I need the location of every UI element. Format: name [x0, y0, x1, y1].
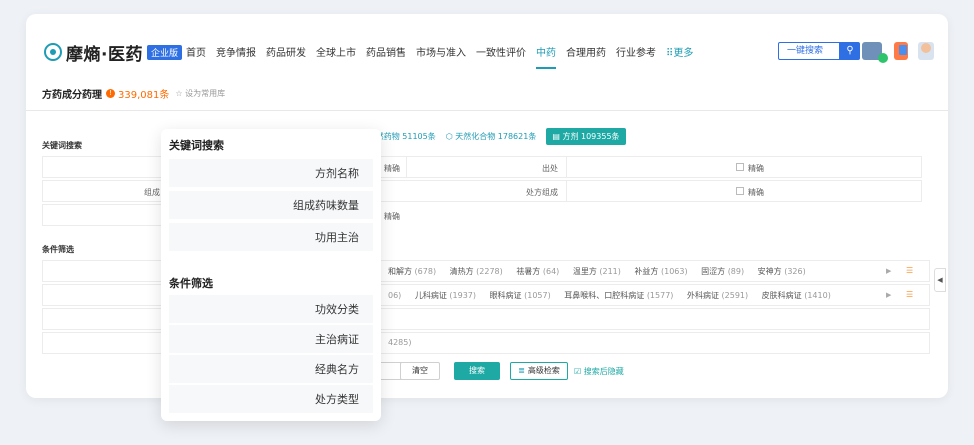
tag-indication[interactable]: 儿科病证 (1937): [415, 291, 476, 300]
precise-label-3: 精确: [748, 188, 764, 197]
search-icon[interactable]: ⚲: [840, 42, 860, 60]
tag-indication[interactable]: 皮肤科病证 (1410): [762, 291, 831, 300]
menu-item-home[interactable]: 首页: [186, 44, 206, 59]
logo-icon: [44, 43, 62, 61]
quick-search-button[interactable]: 一键搜索: [778, 42, 840, 60]
tag-efficacy[interactable]: 安神方 (326): [758, 267, 806, 276]
precise-label-1: 精确: [384, 164, 400, 173]
menu-item-tcm[interactable]: 中药: [536, 44, 556, 69]
popup-item-type[interactable]: 处方类型: [169, 385, 373, 414]
avatar-face-icon: [921, 43, 931, 53]
tab-natural-compounds[interactable]: ⬡ 天然化合物 178621条: [446, 131, 537, 142]
collapse-panel-tab[interactable]: ◀: [934, 268, 946, 292]
tag-efficacy[interactable]: 清热方 (2278): [450, 267, 503, 276]
tag-indication[interactable]: 眼科病证 (1057): [490, 291, 551, 300]
top-navigation: 摩熵·医药 企业版 首页 竞争情报 药品研发 全球上市 药品销售 市场与准入 一…: [26, 14, 948, 74]
tag-efficacy[interactable]: 温里方 (211): [573, 267, 621, 276]
efficacy-tags: 和解方 (678) 清热方 (2278) 祛暑方 (64) 温里方 (211) …: [388, 266, 817, 277]
menu-item-consistency[interactable]: 一致性评价: [476, 44, 526, 59]
tag-efficacy[interactable]: 和解方 (678): [388, 267, 436, 276]
tag-efficacy[interactable]: 祛暑方 (64): [516, 267, 559, 276]
expand-right-icon[interactable]: ▶: [886, 291, 891, 299]
filter-icon[interactable]: ☰: [906, 266, 913, 275]
cell-divider: [566, 156, 567, 178]
filter-section-title: 条件筛选: [42, 245, 74, 254]
info-icon: !: [106, 89, 115, 98]
hide-after-search-toggle[interactable]: ☑ 搜索后隐藏: [574, 366, 624, 377]
edition-badge: 企业版: [146, 44, 182, 60]
search-button[interactable]: 搜索: [454, 362, 500, 380]
check-badge-icon: [878, 53, 888, 63]
type-partial-count: 4285): [388, 338, 412, 347]
composition-label: 处方组成: [526, 188, 558, 197]
star-icon: ☆: [175, 89, 183, 98]
tag-efficacy[interactable]: 固涩方 (89): [701, 267, 744, 276]
popup-item-prescription-name[interactable]: 方剂名称: [169, 159, 373, 188]
popup-keyword-title: 关键词搜索: [169, 139, 224, 152]
menu-item-industry[interactable]: 行业参考: [616, 44, 656, 59]
popup-item-indication[interactable]: 主治病证: [169, 325, 373, 354]
field-selector-popup: 关键词搜索 方剂名称 组成药味数量 功用主治 条件筛选 功效分类 主治病证 经典…: [161, 129, 381, 421]
brand-name: 摩熵·医药: [66, 44, 143, 65]
keyword-section-title: 关键词搜索: [42, 141, 82, 150]
expand-right-icon[interactable]: ▶: [886, 267, 891, 275]
brand-logo[interactable]: 摩熵·医药 企业版: [44, 42, 182, 65]
popup-item-herb-count[interactable]: 组成药味数量: [169, 191, 373, 220]
menu-item-rational[interactable]: 合理用药: [566, 44, 606, 59]
clear-button[interactable]: 清空: [400, 362, 440, 380]
source-label: 出处: [542, 164, 558, 173]
doc-icon: ▤: [552, 132, 560, 141]
record-count: 339,081条: [118, 90, 170, 101]
popup-item-function[interactable]: 功用主治: [169, 223, 373, 252]
database-tabs: ♣ 天然药物 51105条 ⬡ 天然化合物 178621条 ▤ 方剂 10935…: [358, 128, 636, 145]
menu-item-market[interactable]: 市场与准入: [416, 44, 466, 59]
tag-indication-partial[interactable]: 06): [388, 291, 401, 300]
tag-indication[interactable]: 耳鼻喉科、口腔科病证 (1577): [564, 291, 673, 300]
tag-efficacy[interactable]: 补益方 (1063): [634, 267, 687, 276]
precise-checkbox-source[interactable]: [736, 163, 744, 171]
menu-item-sales[interactable]: 药品销售: [366, 44, 406, 59]
menu-item-global[interactable]: 全球上市: [316, 44, 356, 59]
favorite-link[interactable]: ☆ 设为常用库: [175, 88, 225, 99]
breadcrumb: 方药成分药理 ! 339,081条 ☆ 设为常用库: [42, 86, 225, 101]
divider: [26, 110, 948, 111]
checkbox-icon: ☑: [574, 367, 582, 376]
popup-item-classic[interactable]: 经典名方: [169, 355, 373, 384]
tab-prescriptions[interactable]: ▤ 方剂 109355条: [546, 128, 626, 145]
menu-item-rnd[interactable]: 药品研发: [266, 44, 306, 59]
indication-tags: 06) 儿科病证 (1937) 眼科病证 (1057) 耳鼻喉科、口腔科病证 (…: [388, 290, 842, 301]
tag-indication[interactable]: 外科病证 (2591): [687, 291, 748, 300]
advanced-search-button[interactable]: ≣ 高级检索: [510, 362, 568, 380]
advanced-search-icon: ≣: [518, 366, 525, 375]
precise-checkbox-composition[interactable]: [736, 187, 744, 195]
cell-divider: [566, 180, 567, 202]
main-menu: 首页 竞争情报 药品研发 全球上市 药品销售 市场与准入 一致性评价 中药 合理…: [186, 44, 703, 69]
page-title: 方药成分药理: [42, 90, 102, 101]
popup-filter-title: 条件筛选: [169, 277, 213, 290]
filter-icon[interactable]: ☰: [906, 290, 913, 299]
menu-item-competitive[interactable]: 竞争情报: [216, 44, 256, 59]
popup-item-efficacy[interactable]: 功效分类: [169, 295, 373, 324]
menu-more[interactable]: ⠿更多: [666, 44, 693, 59]
composition-label-left: 组成: [144, 188, 160, 197]
document-icon: [899, 45, 907, 55]
precise-label-2: 精确: [748, 164, 764, 173]
molecule-icon: ⬡: [445, 132, 453, 141]
precise-label-4: 精确: [384, 212, 400, 221]
